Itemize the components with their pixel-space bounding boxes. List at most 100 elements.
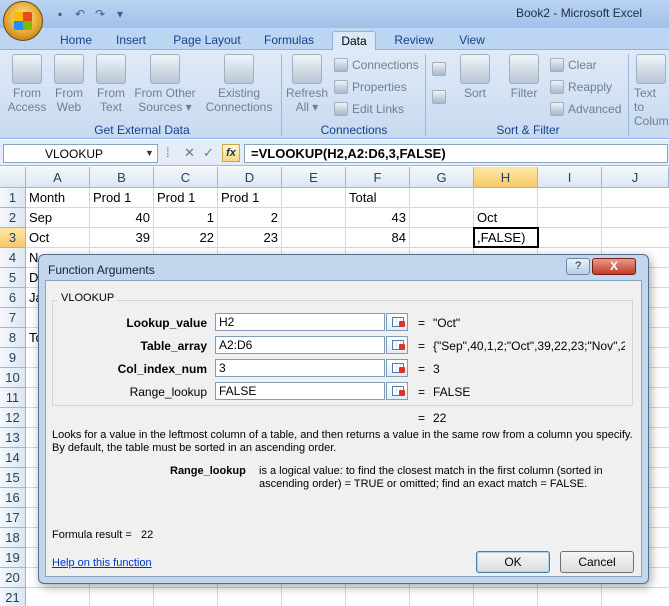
refresh-all-button[interactable]: Refresh All ▾ [286, 54, 328, 114]
collapse-dialog-icon[interactable] [386, 336, 408, 354]
cell-a2[interactable]: Sep [26, 208, 89, 228]
tab-insert[interactable]: Insert [106, 31, 156, 50]
undo-icon[interactable]: ↶ [72, 6, 88, 22]
row-header-12[interactable]: 12 [0, 408, 26, 428]
column-header-i[interactable]: I [538, 167, 602, 188]
column-header-g[interactable]: G [410, 167, 474, 188]
row-header-14[interactable]: 14 [0, 448, 26, 468]
column-header-j[interactable]: J [602, 167, 669, 188]
cancel-entry-icon[interactable]: ✕ [184, 145, 195, 161]
ok-button[interactable]: OK [476, 551, 550, 573]
column-header-e[interactable]: E [282, 167, 346, 188]
help-icon[interactable]: ? [566, 258, 590, 275]
cancel-button[interactable]: Cancel [560, 551, 634, 573]
col-index-num-input[interactable]: 3 [215, 359, 385, 377]
office-button[interactable] [3, 1, 43, 41]
sort-za-button[interactable] [432, 90, 446, 104]
reapply-button[interactable]: Reapply [550, 80, 612, 94]
name-box[interactable]: VLOOKUP [3, 144, 158, 163]
tab-page-layout[interactable]: Page Layout [166, 31, 248, 50]
column-header-a[interactable]: A [26, 167, 90, 188]
table-array-input[interactable]: A2:D6 [215, 336, 385, 354]
cell-c1[interactable]: Prod 1 [154, 188, 217, 208]
from-web-button[interactable]: From Web [50, 54, 88, 114]
cell-f1[interactable]: Total [346, 188, 409, 208]
cell-b2[interactable]: 40 [90, 208, 153, 228]
row-header-7[interactable]: 7 [0, 308, 26, 328]
cell-b1[interactable]: Prod 1 [90, 188, 153, 208]
tab-home[interactable]: Home [50, 31, 102, 50]
chevron-down-icon[interactable]: ▼ [145, 148, 154, 158]
connections-icon [334, 58, 348, 72]
arg-label-lookup-value: Lookup_value [126, 316, 207, 330]
row-header-16[interactable]: 16 [0, 488, 26, 508]
from-other-sources-button[interactable]: From Other Sources ▾ [133, 54, 197, 114]
row-header-6[interactable]: 6 [0, 288, 26, 308]
redo-icon[interactable]: ↷ [92, 6, 108, 22]
cell-a1[interactable]: Month [26, 188, 89, 208]
qat-dropdown-icon[interactable]: ▾ [112, 6, 128, 22]
text-to-columns-button[interactable]: Text toColumns [634, 54, 669, 128]
collapse-dialog-icon[interactable] [386, 359, 408, 377]
edit-links-button[interactable]: Edit Links [334, 102, 404, 116]
cell-h2[interactable]: Oct [474, 208, 537, 228]
cell-a3[interactable]: Oct [26, 228, 89, 248]
cell-c2[interactable]: 1 [154, 208, 217, 228]
from-access-button[interactable]: From Access [6, 54, 48, 114]
row-header-21[interactable]: 21 [0, 588, 26, 606]
advanced-button[interactable]: Advanced [550, 102, 621, 116]
close-icon[interactable]: X [592, 258, 636, 275]
save-icon[interactable]: ▪ [52, 6, 68, 22]
tab-review[interactable]: Review [386, 31, 442, 50]
column-header-d[interactable]: D [218, 167, 282, 188]
cell-d2[interactable]: 2 [218, 208, 281, 228]
from-text-button[interactable]: From Text [91, 54, 131, 114]
column-header-c[interactable]: C [154, 167, 218, 188]
cell-d3[interactable]: 23 [218, 228, 281, 248]
collapse-dialog-icon[interactable] [386, 382, 408, 400]
lookup-value-input[interactable]: H2 [215, 313, 385, 331]
properties-button[interactable]: Properties [334, 80, 407, 94]
row-header-13[interactable]: 13 [0, 428, 26, 448]
column-header-h[interactable]: H [474, 167, 538, 188]
filter-button[interactable]: Filter [506, 54, 542, 100]
formula-input[interactable]: =VLOOKUP(H2,A2:D6,3,FALSE) [244, 144, 668, 163]
tab-formulas[interactable]: Formulas [258, 31, 320, 50]
confirm-entry-icon[interactable]: ✓ [203, 145, 214, 161]
row-header-18[interactable]: 18 [0, 528, 26, 548]
cell-f3[interactable]: 84 [346, 228, 409, 248]
row-header-3[interactable]: 3 [0, 228, 26, 248]
row-header-19[interactable]: 19 [0, 548, 26, 568]
row-header-5[interactable]: 5 [0, 268, 26, 288]
sort-button[interactable]: Sort [458, 54, 492, 100]
cell-d1[interactable]: Prod 1 [218, 188, 281, 208]
cell-b3[interactable]: 39 [90, 228, 153, 248]
row-header-1[interactable]: 1 [0, 188, 26, 208]
row-header-2[interactable]: 2 [0, 208, 26, 228]
row-header-20[interactable]: 20 [0, 568, 26, 588]
cell-c3[interactable]: 22 [154, 228, 217, 248]
column-header-f[interactable]: F [346, 167, 410, 188]
col-index-num-result: 3 [433, 362, 440, 376]
column-header-b[interactable]: B [90, 167, 154, 188]
tab-data[interactable]: Data [332, 31, 376, 50]
clear-button[interactable]: Clear [550, 58, 597, 72]
select-all-corner[interactable] [0, 167, 26, 188]
row-header-17[interactable]: 17 [0, 508, 26, 528]
row-header-15[interactable]: 15 [0, 468, 26, 488]
existing-connections-button[interactable]: Existing Connections [203, 54, 275, 114]
row-header-10[interactable]: 10 [0, 368, 26, 388]
row-header-8[interactable]: 8 [0, 328, 26, 348]
range-lookup-input[interactable]: FALSE [215, 382, 385, 400]
cell-f2[interactable]: 43 [346, 208, 409, 228]
help-on-function-link[interactable]: Help on this function [52, 557, 152, 569]
row-header-11[interactable]: 11 [0, 388, 26, 408]
row-header-9[interactable]: 9 [0, 348, 26, 368]
row-header-4[interactable]: 4 [0, 248, 26, 268]
active-cell[interactable]: ,FALSE) [473, 227, 539, 248]
collapse-dialog-icon[interactable] [386, 313, 408, 331]
sort-az-button[interactable] [432, 62, 446, 76]
insert-function-icon[interactable]: fx [222, 144, 240, 162]
tab-view[interactable]: View [450, 31, 494, 50]
connections-button[interactable]: Connections [334, 58, 419, 72]
